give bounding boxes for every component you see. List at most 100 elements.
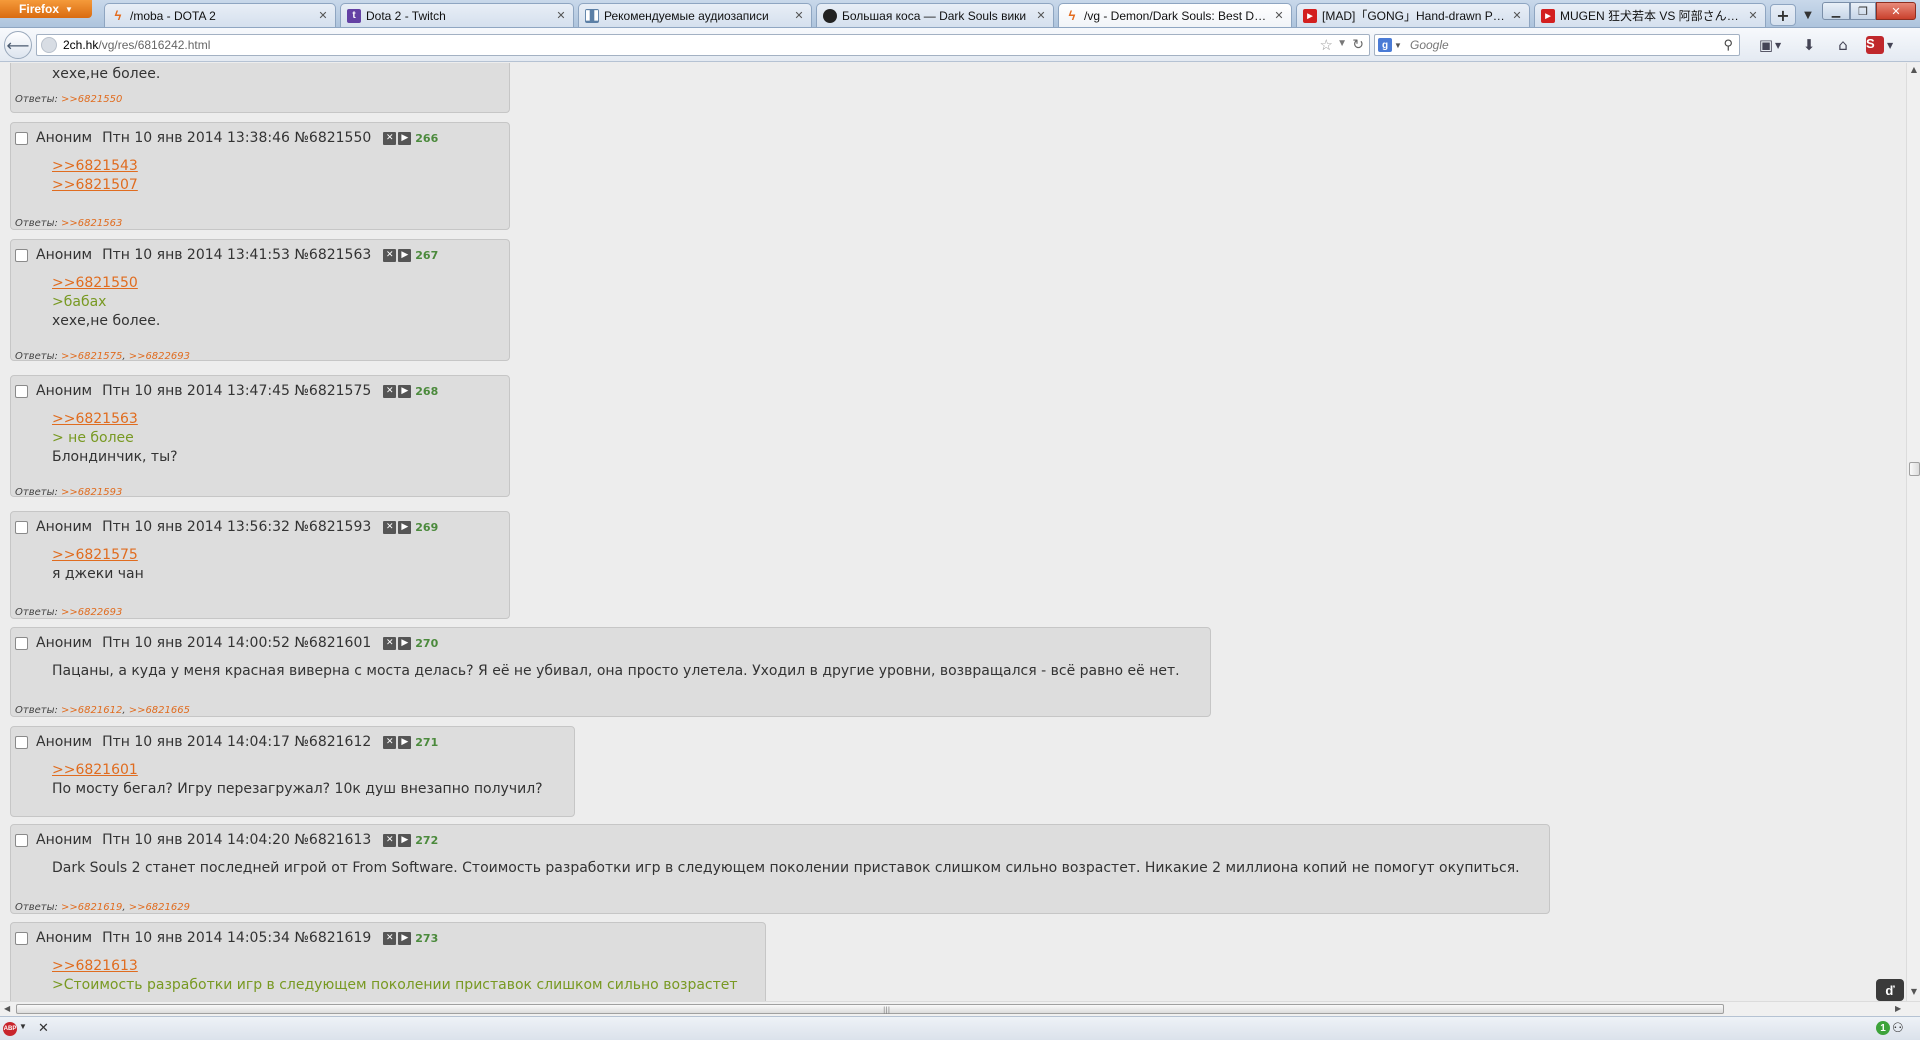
post-number[interactable]: №6821619 [294,930,371,946]
restore-window-button[interactable]: ❐ [1850,2,1876,20]
expand-post-icon[interactable]: ▶ [398,735,412,749]
close-tab-icon[interactable]: ✕ [1273,9,1285,22]
tab-audio[interactable]: ❚❚ Рекомендуемые аудиозаписи ✕ [578,3,812,27]
close-tab-icon[interactable]: ✕ [555,9,567,22]
close-tab-icon[interactable]: ✕ [1747,9,1759,22]
post-select-checkbox[interactable] [15,248,28,262]
close-window-button[interactable]: ✕ [1876,2,1916,20]
reply-reference-link[interactable]: >>6821575 [52,546,144,565]
hide-post-icon[interactable]: ✕ [383,636,397,650]
post-select-checkbox[interactable] [15,931,28,945]
reply-reference-link[interactable]: >>6821507 [52,176,138,195]
firefox-menu-button[interactable]: Firefox ▼ [0,0,92,18]
downloads-icon[interactable]: ⬇ [1796,34,1822,56]
horizontal-scroll-thumb[interactable]: ||| [16,1004,1724,1014]
expand-post-icon[interactable]: ▶ [398,833,412,847]
hide-post-icon[interactable]: ✕ [383,931,397,945]
reply-reference-link[interactable]: >>6821563 [52,410,178,429]
hide-post-icon[interactable]: ✕ [383,248,397,262]
hide-post-icon[interactable]: ✕ [383,131,397,145]
history-dropdown-icon[interactable]: ▼ [1337,38,1347,49]
post-number[interactable]: №6821601 [294,635,371,651]
bookmark-star-icon[interactable]: ☆ [1320,36,1333,54]
expand-post-icon[interactable]: ▶ [398,520,412,534]
reply-link[interactable]: >>6822693 [129,351,190,362]
reply-reference-link[interactable]: >>6821601 [52,761,543,780]
tab-vg-dark-souls[interactable]: ϟ /vg - Demon/Dark Souls: Best Dex ... ✕ [1058,3,1292,27]
reply-reference-link[interactable]: >>6821550 [52,274,160,293]
adblock-plus-icon[interactable]: ABP [3,1022,17,1036]
reply-link[interactable]: >>6821619 [61,902,122,913]
reply-link[interactable]: >>6821550 [61,94,122,105]
home-icon[interactable]: ⌂ [1830,34,1856,56]
address-bar[interactable]: 2ch.hk/vg/res/6816242.html ☆ ▼ ↻ [36,34,1370,56]
close-tab-icon[interactable]: ✕ [1511,9,1523,22]
hide-post-icon[interactable]: ✕ [383,833,397,847]
tab-mugen[interactable]: ▶ MUGEN 狂犬若本 VS 阿部さんカス... ✕ [1534,3,1766,27]
list-all-tabs-icon[interactable]: ▼ [1800,6,1816,24]
post-number[interactable]: №6821550 [294,130,371,146]
tab-moba-dota[interactable]: ϟ /moba - DOTA 2 ✕ [104,3,336,27]
post-select-checkbox[interactable] [15,520,28,534]
hide-post-icon[interactable]: ✕ [383,735,397,749]
reply-link[interactable]: >>6821563 [61,218,122,229]
expand-post-icon[interactable]: ▶ [398,931,412,945]
post-select-checkbox[interactable] [15,735,28,749]
post-number[interactable]: №6821563 [294,247,371,263]
scroll-right-icon[interactable]: ▶ [1895,1004,1901,1013]
bookmarks-menu-button[interactable]: ▣ ▼ [1752,34,1788,56]
reply-link[interactable]: >>6821612 [61,705,122,716]
close-tab-icon[interactable]: ✕ [317,9,329,22]
hide-post-icon[interactable]: ✕ [383,520,397,534]
search-input[interactable]: Google [1410,38,1449,52]
tab-dark-souls-wiki[interactable]: Большая коса — Dark Souls вики ✕ [816,3,1054,27]
close-tab-icon[interactable]: ✕ [793,9,805,22]
reply-reference-link[interactable]: >>6821613 [52,957,738,976]
search-engine-selector[interactable]: g ▼ [1378,36,1404,54]
post-number[interactable]: №6821593 [294,519,371,535]
expand-post-icon[interactable]: ▶ [398,248,412,262]
back-button[interactable]: ⟵ [4,31,32,59]
site-identity-icon[interactable] [41,37,57,53]
reply-link[interactable]: >>6821629 [129,902,190,913]
new-tab-button[interactable]: + [1770,4,1796,26]
tab-twitch[interactable]: t Dota 2 - Twitch ✕ [340,3,574,27]
post-number[interactable]: №6821613 [294,832,371,848]
minimize-window-button[interactable]: ▁ [1822,2,1850,20]
hide-post-icon[interactable]: ✕ [383,384,397,398]
post-number[interactable]: №6821575 [294,383,371,399]
horizontal-scrollbar[interactable]: ◀ ||| ▶ [0,1001,1920,1016]
post: Аноним Птн 10 янв 2014 13:47:45 №6821575 ✕… [10,375,510,498]
expand-post-icon[interactable]: ▶ [398,384,412,398]
reply-link[interactable]: >>6821593 [61,487,122,498]
expand-post-icon[interactable]: ▶ [398,636,412,650]
scroll-down-icon[interactable]: ▼ [1909,987,1919,997]
extension-icon[interactable]: ⚇ [1892,1020,1904,1036]
post-number[interactable]: №6821612 [294,734,371,750]
post-select-checkbox[interactable] [15,636,28,650]
vertical-scroll-thumb[interactable] [1909,462,1920,476]
post-header: Аноним Птн 10 янв 2014 13:41:53 №6821563 ✕… [15,246,438,264]
reply-link[interactable]: >>6821575 [61,351,122,362]
post-select-checkbox[interactable] [15,384,28,398]
addon-s-icon[interactable]: S ▼ [1866,34,1893,56]
close-addon-bar-icon[interactable]: ✕ [38,1020,49,1036]
scroll-left-icon[interactable]: ◀ [4,1004,10,1013]
tab-gong-pv[interactable]: ▶ [MAD]「GONG」Hand-drawn PV (... ✕ [1296,3,1530,27]
reply-link[interactable]: >>6822693 [61,607,122,618]
post-select-checkbox[interactable] [15,833,28,847]
scroll-up-icon[interactable]: ▲ [1909,65,1919,75]
dollchan-extension-icon[interactable]: ď [1876,979,1904,1001]
reply-link[interactable]: >>6821665 [129,705,190,716]
reload-icon[interactable]: ↻ [1352,36,1364,53]
close-tab-icon[interactable]: ✕ [1035,9,1047,22]
extension-badge-icon[interactable]: 1 [1876,1021,1890,1035]
post: Аноним Птн 10 янв 2014 14:04:17 №6821612 ✕… [10,726,575,817]
post-select-checkbox[interactable] [15,131,28,145]
vertical-scrollbar[interactable]: ▲ ▼ [1906,63,1920,1001]
search-icon[interactable]: ⚲ [1723,37,1733,53]
reply-reference-link[interactable]: >>6821543 [52,157,138,176]
expand-post-icon[interactable]: ▶ [398,131,412,145]
search-bar[interactable]: g ▼ Google ⚲ [1374,34,1740,56]
chevron-down-icon[interactable]: ▼ [19,1022,27,1031]
